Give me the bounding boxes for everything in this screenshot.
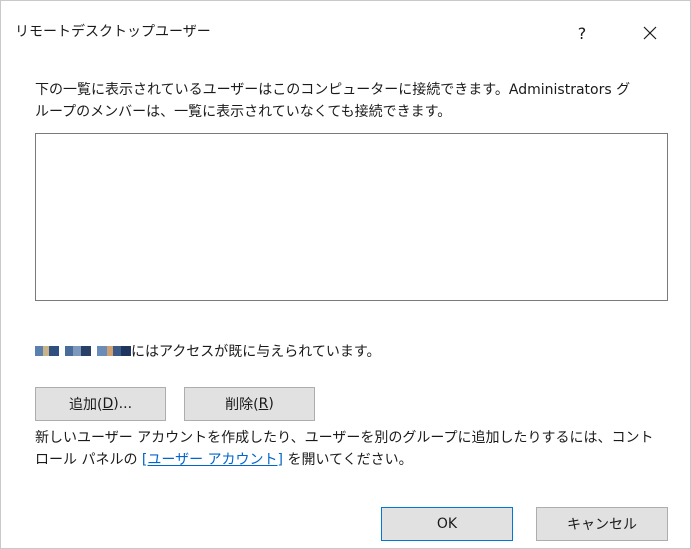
description-line-2: ループのメンバーは、一覧に表示されていなくても接続できます。 (35, 104, 452, 120)
help-line-1: 新しいユーザー アカウントを作成したり、ユーザーを別のグループに追加したりするに… (35, 430, 654, 446)
remove-button[interactable]: 削除(R) (184, 387, 315, 421)
redacted-name-icon (35, 346, 131, 356)
help-line-2: ロール パネルの [ユーザー アカウント] を開いてください。 (35, 449, 675, 471)
users-listbox[interactable] (35, 133, 668, 301)
help-line-2-prefix: ロール パネルの (35, 452, 142, 468)
remove-access-key: R (258, 396, 269, 412)
add-access-key: D (102, 396, 114, 412)
close-button[interactable] (627, 15, 673, 51)
add-label-suffix: )... (113, 396, 133, 412)
description-text: 下の一覧に表示されているユーザーはこのコンピューターに接続できます。Admini… (35, 79, 675, 123)
close-icon (643, 26, 657, 40)
title-bar[interactable]: リモートデスクトップユーザー ? (1, 1, 690, 63)
help-text: 新しいユーザー アカウントを作成したり、ユーザーを別のグループに追加したりするに… (35, 427, 675, 471)
description-line-1: 下の一覧に表示されているユーザーはこのコンピューターに接続できます。Admini… (35, 82, 631, 98)
access-status: にはアクセスが既に与えられています。 (35, 340, 380, 362)
add-button[interactable]: 追加(D)... (35, 387, 166, 421)
user-accounts-link[interactable]: [ユーザー アカウント] (142, 452, 283, 468)
ok-button[interactable]: OK (381, 507, 513, 541)
remove-label-suffix: ) (268, 396, 274, 412)
dialog-title: リモートデスクトップユーザー (15, 24, 211, 40)
cancel-button[interactable]: キャンセル (536, 507, 668, 541)
remove-label-prefix: 削除( (225, 397, 259, 413)
remote-desktop-users-dialog: リモートデスクトップユーザー ? 下の一覧に表示されているユーザーはこのコンピュ… (0, 0, 691, 549)
add-label-prefix: 追加( (68, 397, 103, 413)
help-line-2-suffix: を開いてください。 (283, 452, 413, 468)
access-text: にはアクセスが既に与えられています。 (131, 344, 381, 360)
help-button[interactable]: ? (559, 15, 605, 51)
